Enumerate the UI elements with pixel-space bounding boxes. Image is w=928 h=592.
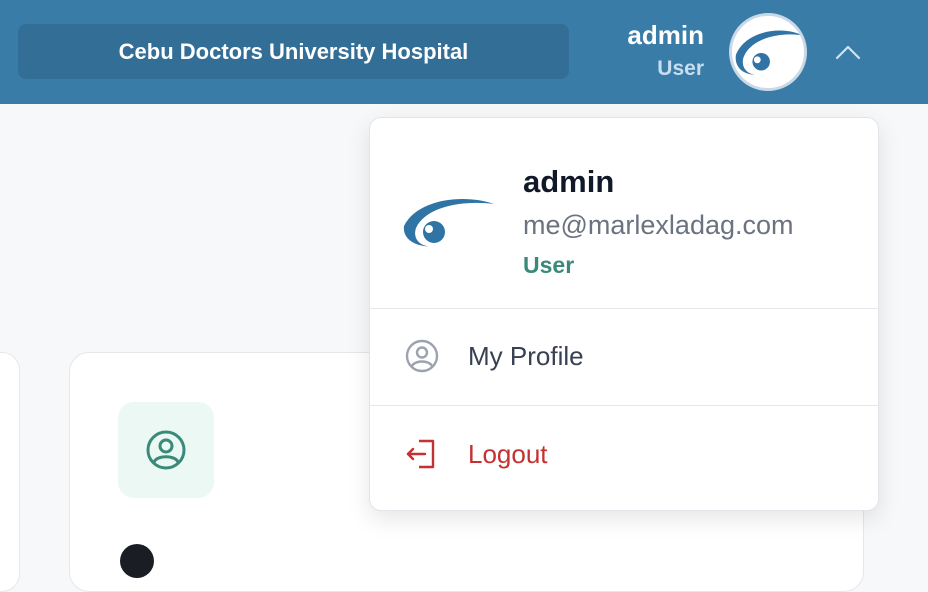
background-user-icon-tile — [118, 402, 214, 498]
eye-logo-icon — [735, 30, 803, 75]
user-dropdown-menu: admin me@marlexladag.com User My Profile… — [369, 117, 879, 511]
background-dot — [120, 544, 154, 578]
top-navbar: Cebu Doctors University Hospital admin U… — [0, 0, 928, 104]
logout-icon — [404, 436, 440, 472]
user-name: admin — [627, 20, 704, 50]
hospital-name-banner: Cebu Doctors University Hospital — [18, 24, 569, 79]
user-circle-icon — [146, 430, 186, 470]
logout-label: Logout — [468, 438, 548, 469]
background-card-left — [0, 352, 20, 592]
user-info[interactable]: admin User — [627, 18, 704, 84]
avatar[interactable] — [729, 13, 807, 91]
dropdown-user-role: User — [523, 252, 575, 278]
dropdown-user-email: me@marlexladag.com — [523, 210, 794, 240]
dropdown-user-header: admin me@marlexladag.com User — [370, 118, 878, 308]
hospital-name: Cebu Doctors University Hospital — [118, 38, 469, 64]
logout-menu-item[interactable]: Logout — [370, 406, 878, 502]
user-role: User — [657, 57, 704, 80]
user-circle-icon — [404, 338, 440, 374]
dropdown-user-name: admin — [523, 164, 615, 199]
my-profile-menu-item[interactable]: My Profile — [370, 308, 878, 404]
eye-logo-icon — [403, 199, 494, 247]
my-profile-label: My Profile — [468, 340, 584, 371]
chevron-up-icon[interactable] — [834, 38, 862, 66]
